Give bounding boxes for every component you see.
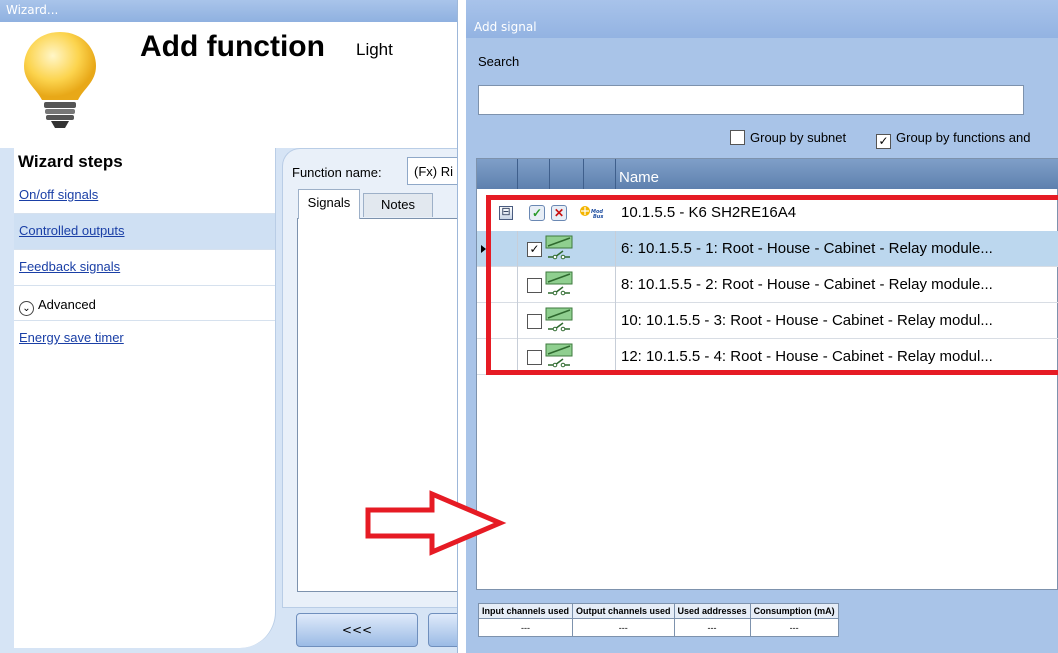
cell-separator xyxy=(517,339,518,375)
cell-separator xyxy=(615,231,616,267)
column-separator[interactable] xyxy=(583,159,584,189)
wizard-steps-title: Wizard steps xyxy=(18,152,123,171)
status-header-input: Input channels used xyxy=(477,603,574,619)
chevron-down-icon: ⌄ xyxy=(19,301,34,316)
status-header-consumption: Consumption (mA) xyxy=(749,603,839,619)
relay-icon xyxy=(545,271,573,296)
cell-separator xyxy=(615,267,616,303)
signal-grid: Name ⊟ ✓ ✕ Mod Bus 10.1.5.5 - K6 SH2RE16… xyxy=(476,158,1058,590)
modbus-icon: Mod Bus xyxy=(580,206,606,220)
column-separator[interactable] xyxy=(517,159,518,189)
svg-text:Bus: Bus xyxy=(593,214,603,220)
light-bulb-icon xyxy=(24,32,96,128)
status-header-output: Output channels used xyxy=(572,603,675,619)
tab-signals[interactable]: Signals xyxy=(298,189,360,219)
select-all-icon[interactable]: ✓ xyxy=(529,205,545,221)
cell-separator xyxy=(517,231,518,267)
table-row[interactable]: 12: 10.1.5.5 - 4: Root - House - Cabinet… xyxy=(477,339,1058,375)
status-value-addresses: --- xyxy=(673,618,751,637)
table-row[interactable]: 10: 10.1.5.5 - 3: Root - House - Cabinet… xyxy=(477,303,1058,339)
group-by-subnet-checkbox[interactable] xyxy=(730,130,745,145)
group-by-subnet-option[interactable]: Group by subnet xyxy=(730,130,846,145)
tab-notes[interactable]: Notes xyxy=(363,193,433,217)
row-label: 12: 10.1.5.5 - 4: Root - House - Cabinet… xyxy=(621,348,993,365)
cell-separator xyxy=(615,303,616,339)
step-on-off-signals[interactable]: On/off signals xyxy=(14,178,275,214)
table-row[interactable]: 8: 10.1.5.5 - 2: Root - House - Cabinet … xyxy=(477,267,1058,303)
step-controlled-outputs[interactable]: Controlled outputs xyxy=(14,214,275,250)
page-title: Add function xyxy=(140,30,325,63)
current-row-pointer-icon xyxy=(481,245,486,253)
search-input[interactable] xyxy=(478,85,1024,115)
previous-button[interactable]: <<< xyxy=(296,613,418,647)
step-energy-save-timer[interactable]: Energy save timer xyxy=(14,321,275,357)
step-feedback-signals[interactable]: Feedback signals xyxy=(14,250,275,286)
group-row-label: 10.1.5.5 - K6 SH2RE16A4 xyxy=(621,204,797,221)
relay-icon xyxy=(545,235,573,260)
group-row[interactable]: ⊟ ✓ ✕ Mod Bus 10.1.5.5 - K6 SH2RE16A4 xyxy=(477,195,1058,231)
column-separator[interactable] xyxy=(549,159,550,189)
group-by-functions-checkbox[interactable]: ✓ xyxy=(876,134,891,149)
next-button[interactable] xyxy=(428,613,457,647)
search-label: Search xyxy=(478,54,520,69)
row-label: 8: 10.1.5.5 - 2: Root - House - Cabinet … xyxy=(621,276,993,293)
status-value-output: --- xyxy=(572,618,675,637)
row-label: 6: 10.1.5.5 - 1: Root - House - Cabinet … xyxy=(621,240,993,257)
status-table: Input channels used Output channels used… xyxy=(477,603,839,637)
advanced-label: Advanced xyxy=(38,297,96,312)
group-by-functions-option[interactable]: ✓ Group by functions and xyxy=(876,130,1030,149)
group-by-functions-label: Group by functions and xyxy=(896,130,1031,145)
arrow-right-icon xyxy=(365,490,507,556)
row-checkbox[interactable] xyxy=(527,350,542,365)
status-value-input: --- xyxy=(477,618,574,637)
function-name-field[interactable]: (Fx) Ri xyxy=(407,157,457,185)
wizard-steps-panel: Wizard steps On/off signals Controlled o… xyxy=(14,148,276,648)
add-signal-title-bar: Add signal xyxy=(466,0,1058,38)
row-checkbox[interactable] xyxy=(527,314,542,329)
function-type-label: Light xyxy=(356,40,393,59)
table-row[interactable]: ✓ 6: 10.1.5.5 - 1: Root - House - Cabine… xyxy=(477,231,1058,267)
function-name-label: Function name: xyxy=(292,165,382,180)
advanced-expander[interactable]: ⌄ Advanced xyxy=(14,291,275,321)
column-separator[interactable] xyxy=(615,159,616,189)
collapse-icon[interactable]: ⊟ xyxy=(499,206,513,220)
row-label: 10: 10.1.5.5 - 3: Root - House - Cabinet… xyxy=(621,312,993,329)
wizard-title-bar: Wizard... xyxy=(0,0,457,22)
column-name-header[interactable]: Name xyxy=(619,169,659,186)
cell-separator xyxy=(517,303,518,339)
cell-separator xyxy=(615,339,616,375)
add-signal-window: Add signal Search Group by subnet ✓ Group… xyxy=(466,0,1058,653)
status-value-consumption: --- xyxy=(749,618,839,637)
relay-icon xyxy=(545,343,573,368)
row-checkbox[interactable]: ✓ xyxy=(527,242,542,257)
add-signal-title: Add signal xyxy=(474,20,537,34)
relay-icon xyxy=(545,307,573,332)
grid-header: Name xyxy=(477,159,1058,189)
row-checkbox[interactable] xyxy=(527,278,542,293)
cell-separator xyxy=(517,267,518,303)
deselect-all-icon[interactable]: ✕ xyxy=(551,205,567,221)
group-by-subnet-label: Group by subnet xyxy=(750,130,847,145)
status-header-addresses: Used addresses xyxy=(673,603,751,619)
